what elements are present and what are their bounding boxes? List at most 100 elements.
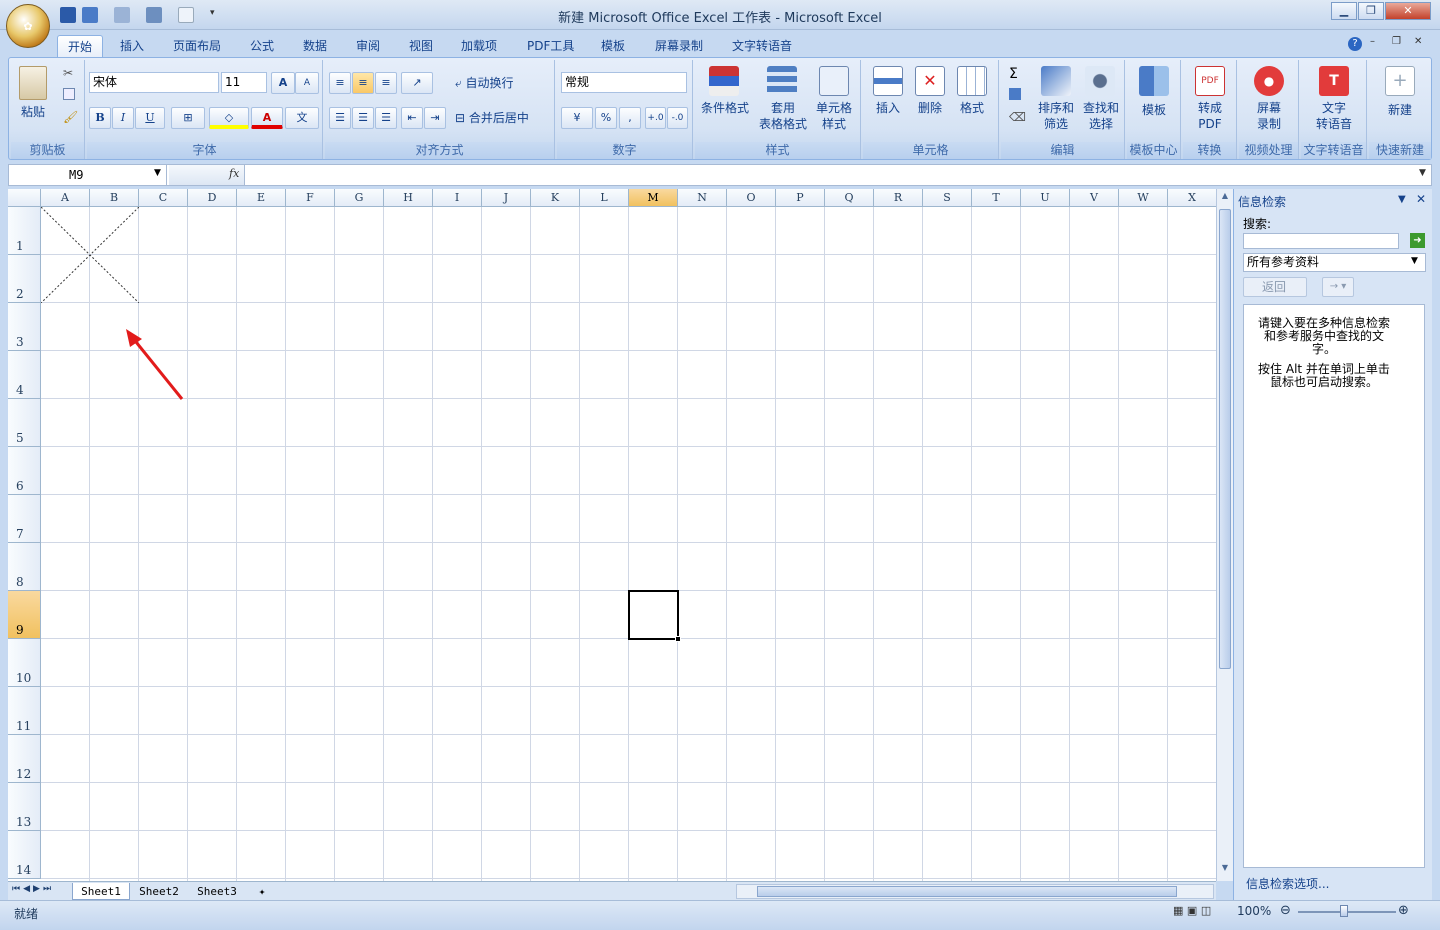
zoom-slider-thumb[interactable] — [1340, 905, 1348, 917]
tab-page-layout[interactable]: 页面布局 — [163, 35, 231, 58]
column-header-F[interactable]: F — [286, 189, 335, 207]
row-header-6[interactable]: 6 — [8, 447, 41, 495]
conditional-format-button[interactable]: 条件格式 — [695, 100, 755, 116]
row-header-11[interactable]: 11 — [8, 687, 41, 735]
scroll-thumb[interactable] — [1219, 209, 1231, 669]
hscroll-thumb[interactable] — [757, 886, 1177, 897]
tab-home[interactable]: 开始 — [57, 35, 104, 58]
page-break-view-icon[interactable]: ◫ — [1201, 904, 1211, 917]
pane-options-icon[interactable]: ▼ — [1398, 194, 1406, 205]
column-header-D[interactable]: D — [188, 189, 237, 207]
currency-button[interactable]: ¥ — [561, 107, 593, 129]
format-painter-icon[interactable]: 🖌 — [63, 110, 78, 124]
quick-new-button[interactable]: 新建 — [1369, 102, 1431, 118]
column-header-P[interactable]: P — [776, 189, 825, 207]
name-box[interactable]: M9 — [9, 165, 167, 185]
research-options-link[interactable]: 信息检索选项... — [1246, 875, 1329, 892]
ribbon-restore-icon[interactable]: ❐ — [1392, 36, 1401, 47]
reference-source-select[interactable]: 所有参考资料 — [1243, 253, 1426, 272]
scroll-up-icon[interactable]: ▲ — [1218, 191, 1232, 205]
minimize-button[interactable]: ▁ — [1331, 2, 1357, 20]
research-search-input[interactable] — [1243, 233, 1399, 249]
align-right-button[interactable]: ☰ — [375, 107, 397, 129]
zoom-out-icon[interactable]: ⊖ — [1280, 903, 1291, 918]
workbook-close-icon[interactable]: ✕ — [1414, 36, 1422, 47]
back-button[interactable]: 返回 — [1243, 277, 1307, 297]
search-go-icon[interactable]: ➜ — [1410, 233, 1425, 248]
row-header-13[interactable]: 13 — [8, 783, 41, 831]
zoom-level[interactable]: 100% — [1237, 904, 1271, 918]
column-header-R[interactable]: R — [874, 189, 923, 207]
autosum-button[interactable]: Σ — [1009, 66, 1018, 82]
tab-insert[interactable]: 插入 — [110, 35, 154, 58]
convert-pdf-button[interactable]: 转成 PDF — [1183, 100, 1237, 132]
decrease-decimal-button[interactable]: -.0 — [667, 107, 688, 129]
fill-handle[interactable] — [675, 636, 681, 642]
column-header-S[interactable]: S — [923, 189, 972, 207]
shrink-font-button[interactable]: A — [295, 72, 319, 94]
column-header-N[interactable]: N — [678, 189, 727, 207]
column-header-I[interactable]: I — [433, 189, 482, 207]
cut-icon[interactable]: ✂ — [63, 66, 73, 80]
wrap-text-button[interactable]: ⤶ 自动换行 — [455, 74, 549, 91]
row-header-4[interactable]: 4 — [8, 351, 41, 399]
insert-function-button[interactable]: fx — [229, 167, 239, 180]
orientation-button[interactable]: ↗ — [401, 72, 433, 94]
clear-icon[interactable]: ⌫ — [1009, 110, 1026, 124]
column-header-A[interactable]: A — [41, 189, 90, 207]
row-header-12[interactable]: 12 — [8, 735, 41, 783]
sheet-tab-2[interactable]: Sheet2 — [130, 883, 188, 900]
tts-button[interactable]: 文字 转语音 — [1301, 100, 1367, 132]
align-middle-button[interactable]: ≡ — [352, 72, 374, 94]
paste-button[interactable]: 粘贴 — [15, 104, 51, 120]
phonetic-button[interactable]: 文 — [285, 107, 319, 129]
sheet-nav-icons[interactable]: ⏮◀▶⏭ — [12, 884, 54, 894]
ribbon-minimize-icon[interactable]: – — [1370, 36, 1375, 47]
sheet-tab-3[interactable]: Sheet3 — [188, 883, 246, 900]
tab-view[interactable]: 视图 — [399, 35, 443, 58]
bold-button[interactable]: B — [89, 107, 111, 129]
normal-view-icon[interactable]: ▦ — [1173, 904, 1183, 917]
tab-review[interactable]: 审阅 — [346, 35, 390, 58]
delete-cells-button[interactable]: 删除 — [911, 100, 949, 116]
increase-decimal-button[interactable]: +.0 — [645, 107, 666, 129]
find-select-button[interactable]: 查找和 选择 — [1079, 100, 1123, 132]
close-button[interactable]: ✕ — [1385, 2, 1431, 20]
sort-filter-button[interactable]: 排序和 筛选 — [1033, 100, 1079, 132]
row-header-7[interactable]: 7 — [8, 495, 41, 543]
column-header-E[interactable]: E — [237, 189, 286, 207]
source-dropdown-icon[interactable]: ▼ — [1411, 256, 1418, 266]
row-header-2[interactable]: 2 — [8, 255, 41, 303]
row-header-3[interactable]: 3 — [8, 303, 41, 351]
increase-indent-button[interactable]: ⇥ — [424, 107, 446, 129]
border-button[interactable]: ⊞ — [171, 107, 205, 129]
tab-pdf-tools[interactable]: PDF工具 — [517, 35, 584, 58]
column-header-U[interactable]: U — [1021, 189, 1070, 207]
row-header-14[interactable]: 14 — [8, 831, 41, 879]
column-header-L[interactable]: L — [580, 189, 629, 207]
font-size-combo[interactable]: 11 — [221, 72, 267, 93]
tab-data[interactable]: 数据 — [293, 35, 337, 58]
tab-templates[interactable]: 模板 — [591, 35, 635, 58]
column-header-X[interactable]: X — [1168, 189, 1216, 207]
font-name-combo[interactable]: 宋体 — [89, 72, 219, 93]
column-header-K[interactable]: K — [531, 189, 580, 207]
paste-icon[interactable] — [19, 66, 47, 100]
percent-button[interactable]: % — [595, 107, 617, 129]
select-all-corner[interactable] — [8, 189, 41, 207]
horizontal-scrollbar[interactable] — [736, 884, 1214, 899]
name-box-dropdown-icon[interactable]: ▼ — [154, 168, 161, 178]
view-buttons[interactable]: ▦ ▣ ◫ — [1173, 904, 1227, 920]
row-header-9[interactable]: 9 — [8, 591, 41, 639]
format-table-button[interactable]: 套用 表格格式 — [755, 100, 811, 132]
align-center-button[interactable]: ☰ — [352, 107, 374, 129]
zoom-in-icon[interactable]: ⊕ — [1398, 903, 1409, 918]
column-header-M[interactable]: M — [629, 189, 678, 207]
column-header-G[interactable]: G — [335, 189, 384, 207]
align-bottom-button[interactable]: ≡ — [375, 72, 397, 94]
column-header-J[interactable]: J — [482, 189, 531, 207]
formula-expand-icon[interactable]: ▼ — [1419, 168, 1426, 178]
active-cell[interactable] — [628, 590, 681, 642]
column-header-T[interactable]: T — [972, 189, 1021, 207]
vertical-scrollbar[interactable]: ▲ ▼ — [1216, 189, 1233, 881]
